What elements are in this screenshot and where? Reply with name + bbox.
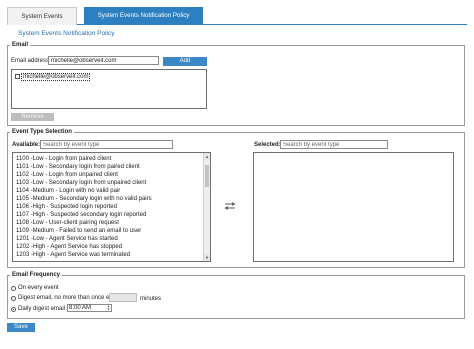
scroll-down-arrow-icon[interactable]: ▼: [204, 254, 210, 261]
frequency-daily-option[interactable]: Daily digest email at: [11, 306, 72, 312]
radio-digest[interactable]: [11, 295, 16, 301]
digest-label: Digest email, no more than once every: [18, 295, 121, 301]
available-search-input[interactable]: [40, 140, 173, 149]
remove-email-button[interactable]: Remove: [11, 113, 54, 121]
available-event-item[interactable]: 1100 -Low - Login from paired client: [16, 156, 111, 163]
available-event-item[interactable]: 1202 -High - Agent Service has stopped: [16, 244, 122, 251]
selected-search-input[interactable]: [280, 140, 388, 149]
available-event-item[interactable]: 1108 -Low - User-client pairing request: [16, 220, 119, 227]
double-arrow-icon[interactable]: [224, 202, 236, 210]
daily-label: Daily digest email at: [18, 306, 72, 312]
available-event-item[interactable]: 1109 -Medium - Failed to send an email t…: [16, 228, 141, 235]
email-address-input[interactable]: [48, 56, 159, 65]
available-event-item[interactable]: 1105 -Medium - Secondary login with no v…: [16, 196, 152, 203]
email-item-checkbox[interactable]: [15, 74, 20, 79]
daily-time-value: 8:00 AM: [69, 305, 92, 311]
email-frequency-legend: Email Frequency: [12, 272, 61, 278]
available-events-list[interactable]: 1100 -Low - Login from paired client 110…: [12, 152, 211, 262]
tab-bar: System Events System Events Notification…: [7, 7, 467, 25]
daily-time-picker[interactable]: 8:00 AM ▲ ▼: [67, 304, 112, 312]
available-event-item[interactable]: 1106 -High - Suspected login reported: [16, 204, 117, 211]
event-type-legend: Event Type Selection: [12, 129, 72, 135]
every-event-label: On every event: [18, 285, 59, 291]
email-address-label: Email address: [11, 58, 50, 64]
scroll-thumb[interactable]: [205, 165, 209, 187]
available-event-item[interactable]: 1107 -High - Suspected secondary login r…: [16, 212, 146, 219]
available-event-item[interactable]: 1102 -Low - Login from unpaired client: [16, 172, 118, 179]
tab-system-events[interactable]: System Events: [7, 7, 77, 25]
frequency-every-event-option[interactable]: On every event: [11, 285, 59, 291]
frequency-digest-option[interactable]: Digest email, no more than once every: [11, 295, 121, 301]
available-event-item[interactable]: 1104 -Medium - Login with no valid pair: [16, 188, 120, 195]
email-list[interactable]: michelle@observeit.com: [11, 69, 207, 109]
add-email-button[interactable]: Add: [163, 57, 207, 66]
scroll-up-arrow-icon[interactable]: ▲: [204, 153, 210, 160]
time-spinner-icon[interactable]: ▲ ▼: [107, 305, 110, 311]
selected-events-list[interactable]: [253, 152, 454, 262]
radio-daily[interactable]: [11, 306, 16, 312]
available-event-item[interactable]: 1103 -Low - Secondary login from unpaire…: [16, 180, 146, 187]
email-item-text: michelle@observeit.com: [21, 72, 91, 81]
email-list-item[interactable]: michelle@observeit.com: [15, 72, 91, 81]
tab-system-events-notification-policy[interactable]: System Events Notification Policy: [84, 7, 203, 25]
available-event-item[interactable]: 1101 -Low - Secondary login from paired …: [16, 164, 140, 171]
available-event-item[interactable]: 1203 -High - Agent Service was terminate…: [16, 252, 130, 259]
digest-minutes-input[interactable]: [109, 293, 137, 302]
radio-every-event[interactable]: [11, 285, 16, 291]
available-event-item[interactable]: 1201 -Low - Agent Service has started: [16, 236, 118, 243]
available-label: Available:: [12, 142, 41, 148]
page-title: System Events Notification Policy: [18, 30, 115, 37]
email-legend: Email: [12, 42, 29, 48]
selected-label: Selected:: [254, 142, 281, 148]
save-button[interactable]: Save: [7, 323, 35, 332]
available-list-scrollbar[interactable]: ▲ ▼: [203, 153, 210, 261]
digest-minutes-unit: minutes: [140, 296, 162, 302]
